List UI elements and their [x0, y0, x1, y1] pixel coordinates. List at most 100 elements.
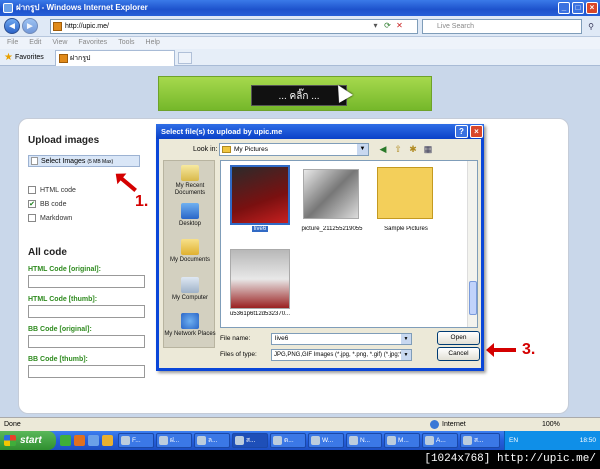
dropdown-icon[interactable]: ▾ — [370, 19, 381, 32]
new-folder-icon[interactable]: ✱ — [407, 143, 419, 155]
task-icon — [463, 436, 472, 445]
browser-tab[interactable]: ฝากรูป — [55, 50, 175, 66]
option-label: HTML code — [40, 186, 76, 194]
search-icon[interactable]: ⚲ — [584, 19, 598, 34]
view-menu-icon[interactable]: ▦ — [422, 143, 434, 155]
file-name: u5361p6t12d532370... — [229, 311, 291, 317]
file-thumbnail[interactable] — [230, 165, 290, 225]
tab-favicon-icon — [59, 54, 68, 63]
quicklaunch-icon[interactable] — [88, 435, 99, 446]
place-label: My Recent Documents — [174, 183, 206, 196]
address-value: http://upic.me/ — [65, 23, 109, 30]
screenshot-frame: ฝากรูป - Windows Internet Explorer _ □ ×… — [0, 0, 600, 469]
menu-tools[interactable]: Tools — [118, 37, 134, 49]
select-images-label: Select Images — [41, 158, 86, 165]
open-button[interactable]: Open — [437, 331, 480, 345]
menu-edit[interactable]: Edit — [29, 37, 41, 49]
refresh-icon[interactable]: ⟳ — [382, 19, 393, 32]
chevron-down-icon[interactable]: ▼ — [401, 334, 411, 344]
quicklaunch-icon[interactable] — [60, 435, 71, 446]
file-name-value: live6 — [275, 335, 289, 342]
new-tab-button[interactable] — [178, 52, 192, 64]
place-my-documents[interactable]: My Documents — [164, 239, 216, 264]
minimize-button[interactable]: _ — [558, 2, 570, 14]
close-window-button[interactable]: × — [586, 2, 598, 14]
bb-thumb-field[interactable] — [28, 365, 145, 378]
task-icon — [387, 436, 396, 445]
chevron-down-icon[interactable]: ▼ — [401, 350, 411, 360]
desktop-icon — [181, 203, 199, 219]
place-recent[interactable]: My Recent Documents — [164, 165, 216, 197]
back-icon[interactable]: ◀ — [377, 143, 389, 155]
place-desktop[interactable]: Desktop — [164, 203, 216, 228]
taskbar: start F... ฝ... ล... ส... ด... W... N...… — [0, 431, 600, 450]
upload-heading: Upload images — [28, 135, 100, 146]
taskbar-item[interactable]: ฝ... — [156, 433, 192, 448]
bb-original-field[interactable] — [28, 335, 145, 348]
file-name-input[interactable]: live6 ▼ — [271, 333, 412, 345]
start-button[interactable]: start — [0, 431, 56, 450]
option-markdown[interactable]: Markdown — [28, 211, 153, 225]
menu-favorites[interactable]: Favorites — [78, 37, 107, 49]
folder-icon[interactable] — [377, 167, 433, 219]
address-bar-row: ◄ ► http://upic.me/ ▾ ⟳ ✕ Live Search ⚲ — [0, 16, 600, 37]
taskbar-item[interactable]: ส... — [232, 433, 268, 448]
look-in-select[interactable]: My Pictures ▼ — [219, 143, 369, 156]
place-label: My Network Places — [164, 331, 216, 337]
menu-help[interactable]: Help — [146, 37, 160, 49]
place-label: Desktop — [178, 221, 201, 227]
task-icon — [121, 436, 130, 445]
annotation-step-3: 3. — [522, 341, 536, 358]
status-bar: Done Internet 100% — [0, 417, 600, 431]
taskbar-item[interactable]: ด... — [270, 433, 306, 448]
task-icon — [273, 436, 282, 445]
dialog-close-button[interactable]: × — [470, 125, 483, 138]
file-type-select[interactable]: JPG,PNG,GIF Images (*.jpg, *.png, *.gif)… — [271, 349, 412, 361]
scrollbar-thumb[interactable] — [469, 281, 477, 315]
menu-file[interactable]: File — [7, 37, 18, 49]
markdown-checkbox[interactable] — [28, 214, 36, 222]
place-label: My Documents — [169, 257, 210, 263]
address-input[interactable]: http://upic.me/ — [50, 19, 418, 34]
place-network[interactable]: My Network Places — [164, 313, 216, 338]
quicklaunch-icon[interactable] — [102, 435, 113, 446]
all-code-heading: All code — [28, 247, 67, 258]
quicklaunch-icon[interactable] — [74, 435, 85, 446]
html-code-checkbox[interactable] — [28, 186, 36, 194]
favorites-button[interactable]: ★ Favorites — [4, 51, 44, 64]
maximize-button[interactable]: □ — [572, 2, 584, 14]
taskbar-item[interactable]: W... — [308, 433, 344, 448]
task-icon — [235, 436, 244, 445]
forward-arrow-icon[interactable]: ► — [22, 18, 38, 34]
file-upload-dialog: Select file(s) to upload by upic.me ? × … — [156, 124, 484, 371]
language-indicator[interactable]: EN — [509, 437, 518, 444]
taskbar-item[interactable]: A... — [422, 433, 458, 448]
menu-view[interactable]: View — [52, 37, 67, 49]
favorites-label: Favorites — [15, 54, 44, 61]
zoom-level[interactable]: 100% — [542, 418, 560, 431]
place-my-computer[interactable]: My Computer — [164, 277, 216, 302]
taskbar-item[interactable]: ล... — [194, 433, 230, 448]
html-thumb-field[interactable] — [28, 305, 145, 318]
taskbar-item[interactable]: ส... — [460, 433, 500, 448]
task-label: ด... — [284, 437, 294, 444]
help-button[interactable]: ? — [455, 125, 468, 138]
taskbar-item[interactable]: M... — [384, 433, 420, 448]
cancel-button[interactable]: Cancel — [437, 347, 480, 361]
file-list-scrollbar[interactable] — [467, 161, 477, 327]
file-name-label: File name: — [220, 335, 251, 342]
file-thumbnail[interactable] — [230, 249, 290, 309]
file-name-caption: live6 — [225, 226, 295, 232]
html-original-field[interactable] — [28, 275, 145, 288]
back-arrow-icon[interactable]: ◄ — [4, 18, 20, 34]
taskbar-item[interactable]: N... — [346, 433, 382, 448]
select-images-button[interactable]: Select Images (5 MB Max) — [28, 155, 140, 167]
stop-icon[interactable]: ✕ — [394, 19, 405, 32]
ad-banner[interactable]: ... คลิ๊ก ... — [158, 76, 432, 111]
file-thumbnail[interactable] — [303, 169, 359, 219]
up-folder-icon[interactable]: ⇧ — [392, 143, 404, 155]
search-input[interactable]: Live Search — [422, 19, 582, 34]
task-label: N... — [360, 437, 371, 444]
bb-code-checkbox[interactable]: ✔ — [28, 200, 36, 208]
taskbar-item[interactable]: F... — [118, 433, 154, 448]
